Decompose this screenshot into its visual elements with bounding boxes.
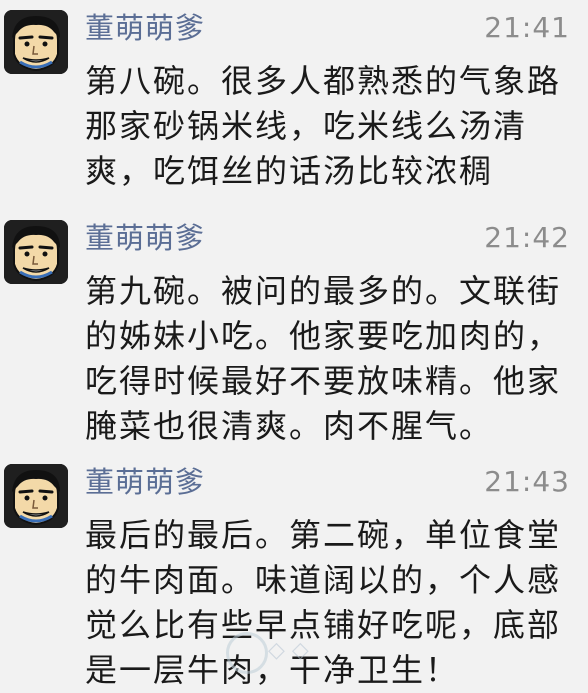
avatar[interactable] [4, 10, 68, 74]
message-feed: 董萌萌爹 21:41 第八碗。很多人都熟悉的气象路 那家砂锅米线，吃米线么汤清 … [0, 0, 588, 689]
post-item: 董萌萌爹 21:41 第八碗。很多人都熟悉的气象路 那家砂锅米线，吃米线么汤清 … [0, 0, 588, 210]
cartoon-face-icon [4, 220, 68, 284]
username[interactable]: 董萌萌爹 [85, 462, 205, 502]
avatar[interactable] [4, 220, 68, 284]
message-text: 第九碗。被问的最多的。文联街 的姊妹小吃。他家要吃加肉的， 吃得时候最好不要放味… [85, 272, 562, 445]
post-item: 董萌萌爹 21:42 第九碗。被问的最多的。文联街 的姊妹小吃。他家要吃加肉的，… [0, 210, 588, 454]
cartoon-face-icon [4, 464, 68, 528]
timestamp: 21:41 [484, 11, 570, 44]
timestamp: 21:43 [484, 465, 570, 498]
avatar[interactable] [4, 464, 68, 528]
timestamp: 21:42 [484, 221, 570, 254]
message-text: 第八碗。很多人都熟悉的气象路 那家砂锅米线，吃米线么汤清 爽，吃饵丝的话汤比较浓… [85, 62, 562, 190]
post-item: 董萌萌爹 21:43 最后的最后。第二碗，单位食堂 的牛肉面。味道阔以的，个人感… [0, 454, 588, 689]
username[interactable]: 董萌萌爹 [85, 8, 205, 48]
username[interactable]: 董萌萌爹 [85, 218, 205, 258]
cartoon-face-icon [4, 10, 68, 74]
message-text: 最后的最后。第二碗，单位食堂 的牛肉面。味道阔以的，个人感 觉么比有些早点铺好吃… [85, 516, 562, 689]
